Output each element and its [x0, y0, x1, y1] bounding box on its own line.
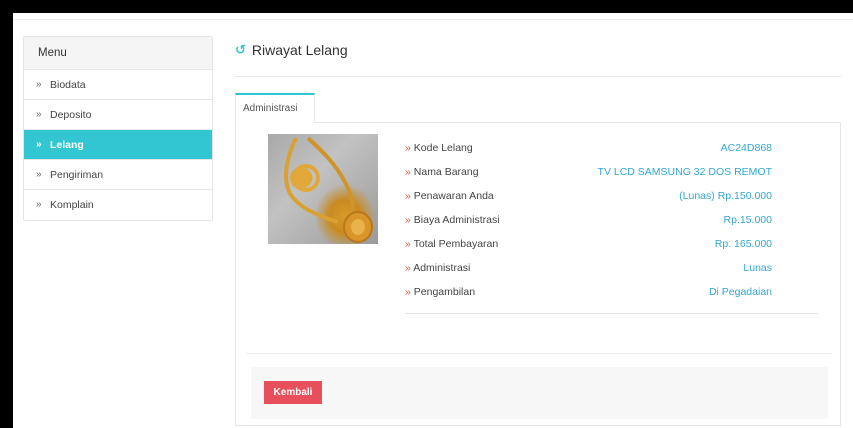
page-title: ↺ Riwayat Lelang [235, 42, 348, 58]
sidebar-item-label: Komplain [50, 199, 94, 211]
sidebar-menu: Menu » Biodata » Deposito » Lelang » Pen… [23, 36, 213, 221]
form-actions: Kembali [251, 367, 828, 419]
chevron-right-icon: » [36, 168, 42, 180]
sidebar-item-label: Pengiriman [50, 168, 104, 181]
chevron-right-icon: » [36, 78, 42, 90]
chevron-right-icon: » [405, 238, 411, 250]
detail-label: Nama Barang [413, 166, 479, 178]
sidebar-item-biodata[interactable]: » Biodata [24, 70, 212, 100]
page-title-text: Riwayat Lelang [251, 42, 348, 58]
tab-panel: » Kode Lelang AC24D868 » Nama Barang TV … [235, 122, 841, 426]
detail-row-administrasi: » Administrasi Lunas [405, 262, 772, 286]
sidebar-item-komplain[interactable]: » Komplain [24, 190, 212, 220]
detail-value: TV LCD SAMSUNG 32 DOS REMOT [597, 166, 772, 178]
chevron-right-icon: » [405, 142, 411, 154]
chevron-right-icon: » [405, 262, 411, 274]
sidebar-item-deposito[interactable]: » Deposito [24, 100, 212, 130]
auction-details: » Kode Lelang AC24D868 » Nama Barang TV … [405, 142, 772, 310]
detail-label: Pengambilan [413, 286, 476, 298]
detail-label: Penawaran Anda [413, 190, 494, 202]
detail-label: Administrasi [413, 262, 471, 274]
top-divider [13, 19, 853, 20]
necklace-illustration [284, 136, 373, 243]
detail-value: Rp. 165.000 [714, 238, 772, 250]
detail-value: Rp.15.000 [723, 214, 772, 226]
chevron-right-icon: » [405, 214, 411, 226]
sidebar-item-pengiriman[interactable]: » Pengiriman [24, 160, 212, 190]
detail-label: Biaya Administrasi [413, 214, 500, 226]
detail-value: (Lunas) Rp.150.000 [679, 190, 772, 202]
sidebar-item-label: Biodata [50, 78, 86, 91]
detail-row-nama-barang: » Nama Barang TV LCD SAMSUNG 32 DOS REMO… [405, 166, 772, 190]
detail-value: Lunas [743, 262, 772, 274]
sidebar-item-lelang[interactable]: » Lelang [24, 130, 212, 160]
sidebar-item-label: Deposito [50, 108, 92, 121]
detail-row-pengambilan: » Pengambilan Di Pegadaian [405, 286, 772, 310]
chevron-right-icon: » [405, 286, 411, 298]
detail-label: Total Pembayaran [413, 238, 499, 250]
tab-administrasi[interactable]: Administrasi [235, 93, 315, 123]
page-frame: Menu » Biodata » Deposito » Lelang » Pen… [11, 11, 853, 428]
history-icon: ↺ [235, 42, 246, 57]
chevron-right-icon: » [36, 138, 42, 150]
footer-divider [246, 353, 832, 354]
detail-row-total-pembayaran: » Total Pembayaran Rp. 165.000 [405, 238, 772, 262]
chevron-right-icon: » [405, 166, 411, 178]
chevron-right-icon: » [405, 190, 411, 202]
back-button[interactable]: Kembali [264, 381, 322, 404]
detail-row-penawaran-anda: » Penawaran Anda (Lunas) Rp.150.000 [405, 190, 772, 214]
detail-row-biaya-administrasi: » Biaya Administrasi Rp.15.000 [405, 214, 772, 238]
detail-value: AC24D868 [720, 142, 772, 154]
detail-label: Kode Lelang [413, 142, 473, 154]
sidebar-item-label: Lelang [50, 138, 84, 151]
detail-value: Di Pegadaian [708, 286, 772, 298]
chevron-right-icon: » [36, 199, 42, 210]
title-divider [235, 76, 841, 77]
sidebar-header: Menu [24, 37, 212, 70]
detail-row-kode-lelang: » Kode Lelang AC24D868 [405, 142, 772, 166]
gold-necklace-image [268, 134, 378, 244]
chevron-right-icon: » [36, 108, 42, 120]
details-divider [405, 313, 818, 314]
